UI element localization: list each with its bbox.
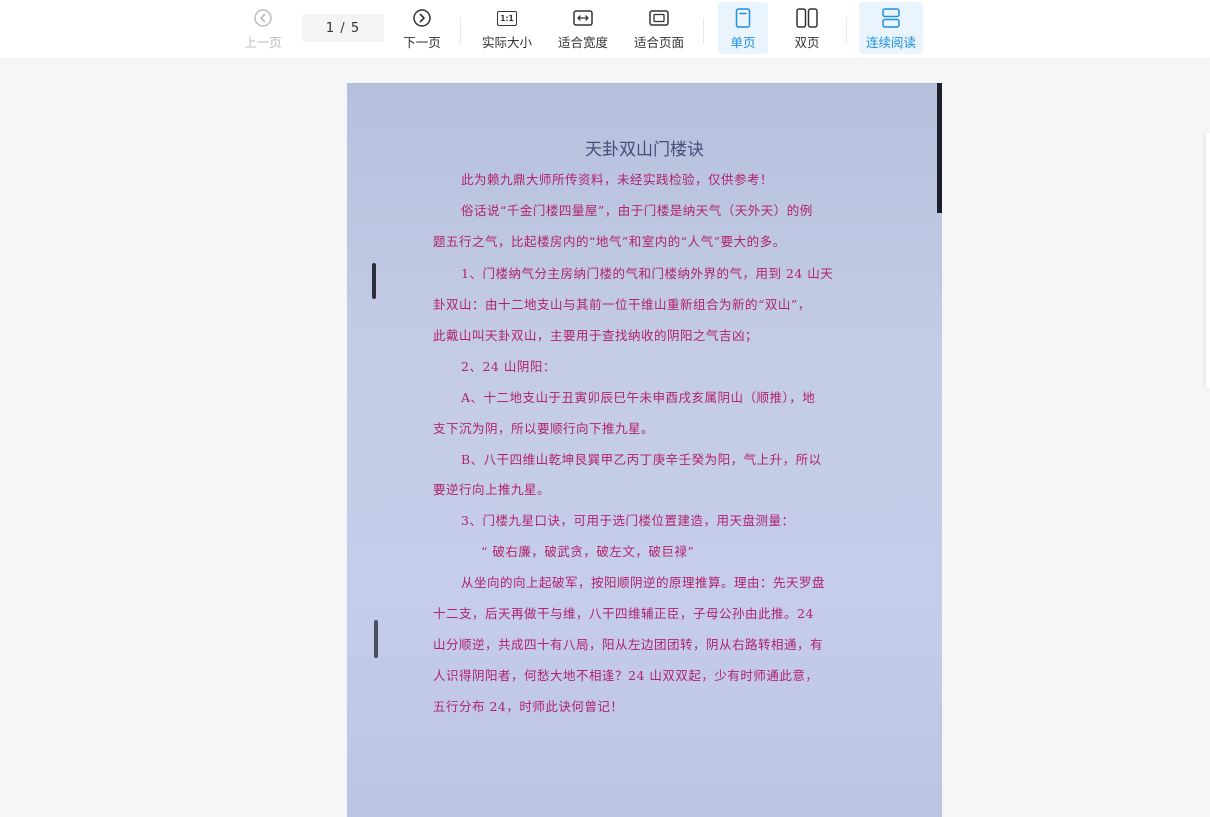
chevron-left-circle-icon xyxy=(254,7,272,29)
fit-width-icon xyxy=(573,7,593,29)
document-line: 2、24 山阴阳： xyxy=(461,359,556,374)
document-line: 题五行之气，比起楼房内的“地气”和室内的“人气”要大的多。 xyxy=(433,234,786,249)
single-page-button[interactable]: 单页 xyxy=(718,2,768,54)
document-line: 十二支，后天再做干与维，八干四维辅正臣，子母公孙由此推。24 xyxy=(433,606,814,621)
actual-size-icon-text: 1:1 xyxy=(497,10,517,26)
fit-width-label: 适合宽度 xyxy=(557,35,608,50)
document-line: 支下沉为阴，所以要顺行向下推九星。 xyxy=(433,421,655,436)
document-viewer[interactable]: 天卦双山门楼诀 此为赖九鼎大师所传资料，未经实践检验，仅供参考！ 俗话说“千金门… xyxy=(0,58,1210,817)
actual-size-icon: 1:1 xyxy=(497,7,517,29)
binding-clip xyxy=(374,620,378,658)
document-line: 要逆行向上推九星。 xyxy=(433,482,551,497)
fit-page-button[interactable]: 适合页面 xyxy=(629,2,689,54)
fit-page-label: 适合页面 xyxy=(633,35,684,50)
single-page-icon xyxy=(735,7,751,29)
single-page-label: 单页 xyxy=(730,35,756,50)
document-line: 此为赖九鼎大师所传资料，未经实践检验，仅供参考！ xyxy=(461,172,774,187)
double-page-button[interactable]: 双页 xyxy=(782,2,832,54)
page-number-input[interactable]: 1 / 5 xyxy=(302,14,384,42)
next-page-button[interactable]: 下一页 xyxy=(397,2,447,54)
document-line: “ 破右廉，破武贪，破左文，破巨禄” xyxy=(481,544,695,559)
document-page: 天卦双山门楼诀 此为赖九鼎大师所传资料，未经实践检验，仅供参考！ 俗话说“千金门… xyxy=(347,83,942,817)
viewer-toolbar: 上一页 1 / 5 下一页 1:1 实际大小 适合宽度 适合页面 单页 双页 连… xyxy=(0,0,1210,58)
continuous-read-button[interactable]: 连续阅读 xyxy=(859,2,923,54)
document-title: 天卦双山门楼诀 xyxy=(585,140,704,160)
document-line: 1、门楼纳气分主房纳门楼的气和门楼纳外界的气，用到 24 山天 xyxy=(461,266,834,281)
document-line: A、十二地支山于丑寅卯辰巳午未申酉戌亥属阴山（顺推），地 xyxy=(461,390,816,405)
prev-page-label: 上一页 xyxy=(244,35,282,50)
fit-width-button[interactable]: 适合宽度 xyxy=(553,2,613,54)
continuous-read-icon xyxy=(881,7,901,29)
document-line: 人识得阴阳者，何愁大地不相逢？24 山双双起，少有时师通此意， xyxy=(433,668,819,683)
document-line: 3、门楼九星口诀，可用于选门楼位置建造，用天盘测量： xyxy=(461,513,795,528)
actual-size-button[interactable]: 1:1 实际大小 xyxy=(477,2,537,54)
continuous-read-label: 连续阅读 xyxy=(865,35,916,50)
fit-page-icon xyxy=(649,7,669,29)
document-line: 山分顺逆，共成四十有八局，阳从左边团团转，阴从右路转相通，有 xyxy=(433,637,824,652)
prev-page-button[interactable]: 上一页 xyxy=(238,2,288,54)
toolbar-divider xyxy=(460,18,461,44)
double-page-icon xyxy=(796,7,818,29)
binding-clip xyxy=(372,263,376,299)
toolbar-divider xyxy=(703,18,704,44)
actual-size-label: 实际大小 xyxy=(481,35,532,50)
document-line: 卦双山：由十二地支山与其前一位干维山重新组合为新的“双山”， xyxy=(433,297,811,312)
side-panel-edge xyxy=(1206,133,1210,388)
document-line: B、八干四维山乾坤艮巽甲乙丙丁庚辛壬癸为阳，气上升，所以 xyxy=(461,452,822,467)
document-line: 此戴山叫天卦双山，主要用于查找纳收的阴阳之气吉凶； xyxy=(433,328,759,343)
document-line: 从坐向的向上起破军，按阳顺阴逆的原理推算。理由：先天罗盘 xyxy=(461,575,826,590)
double-page-label: 双页 xyxy=(794,35,820,50)
chevron-right-circle-icon xyxy=(413,7,431,29)
document-line: 五行分布 24，时师此诀何曾记！ xyxy=(433,699,624,714)
toolbar-divider xyxy=(846,18,847,44)
next-page-label: 下一页 xyxy=(403,35,441,50)
document-line: 俗话说“千金门楼四量屋”，由于门楼是纳天气（天外天）的例 xyxy=(461,203,813,218)
